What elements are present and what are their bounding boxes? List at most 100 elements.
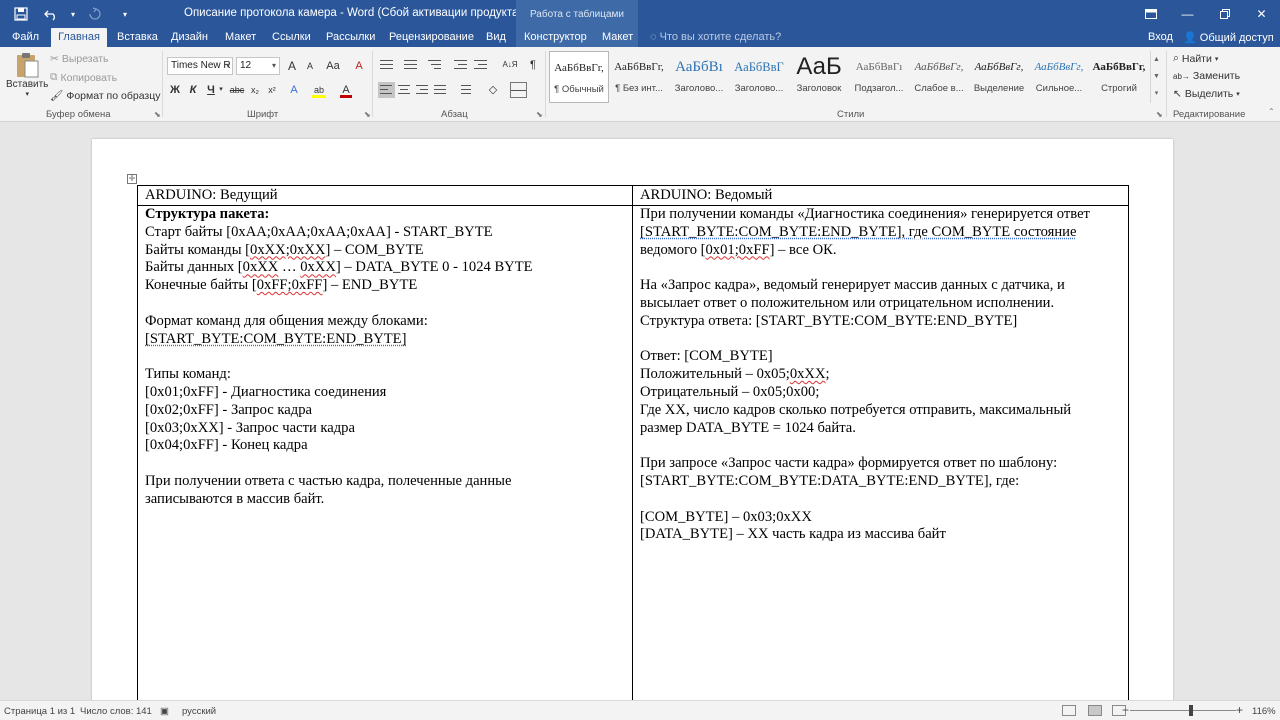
zoom-slider-thumb[interactable] xyxy=(1189,705,1193,716)
zoom-slider[interactable] xyxy=(1130,710,1236,711)
bullets-icon[interactable] xyxy=(378,57,395,73)
minimize-icon[interactable]: — xyxy=(1169,0,1206,28)
copy-button[interactable]: ⧉ Копировать xyxy=(50,71,117,84)
cut-button[interactable]: ✂ Вырезать xyxy=(50,53,109,65)
style-strong[interactable]: АаБбВвГг, Строгий xyxy=(1089,51,1149,103)
read-mode-icon[interactable] xyxy=(1062,705,1076,716)
redo-icon[interactable] xyxy=(82,4,108,24)
ribbon-options-icon[interactable] xyxy=(1132,0,1169,28)
change-case-button[interactable]: Aa xyxy=(322,58,344,74)
tab-design[interactable]: Дизайн xyxy=(171,28,208,47)
numbering-icon[interactable] xyxy=(402,57,419,73)
borders-icon[interactable] xyxy=(510,82,527,98)
replace-button[interactable]: ab→ Заменить xyxy=(1173,70,1240,82)
tab-table-layout[interactable]: Макет xyxy=(602,28,633,47)
font-launcher-icon[interactable]: ⬊ xyxy=(364,110,371,119)
paste-button[interactable]: Вставить ▾ xyxy=(6,51,48,98)
italic-button[interactable]: К xyxy=(185,82,201,98)
print-layout-icon[interactable] xyxy=(1088,705,1102,716)
ribbon-tabs: Файл Главная Вставка Дизайн Макет Ссылки… xyxy=(0,28,1280,47)
line-spacing-icon[interactable] xyxy=(456,82,473,98)
page-indicator[interactable]: Страница 1 из 1 xyxy=(4,706,75,717)
tab-mailings[interactable]: Рассылки xyxy=(326,28,375,47)
style-intense-emphasis[interactable]: АаБбВвГг, Сильное... xyxy=(1029,51,1089,103)
clipboard-launcher-icon[interactable]: ⬊ xyxy=(154,110,161,119)
style-subtitle[interactable]: АаБбВвГı Подзагол... xyxy=(849,51,909,103)
language-indicator[interactable]: русский xyxy=(182,706,216,717)
tab-file[interactable]: Файл xyxy=(12,28,39,47)
scroll-up-icon[interactable]: ▲ xyxy=(1151,51,1162,68)
shrink-font-button[interactable]: A xyxy=(302,58,318,74)
table-move-handle-icon[interactable]: ✛ xyxy=(127,174,137,184)
grow-font-button[interactable]: A xyxy=(284,58,300,74)
table-cell-slave[interactable]: При получении команды «Диагностика соеди… xyxy=(632,205,1129,700)
strikethrough-button[interactable]: abc xyxy=(228,82,246,98)
sign-in-link[interactable]: Вход xyxy=(1148,31,1173,43)
clear-formatting-button[interactable]: A xyxy=(351,58,367,74)
undo-dropdown-icon[interactable]: ▾ xyxy=(68,4,78,24)
chevron-down-icon[interactable]: ▾ xyxy=(217,82,225,98)
table-header-cell[interactable]: ARDUINO: Ведомый xyxy=(632,185,1129,206)
document-page[interactable]: ✛ ARDUINO: Ведущий ARDUINO: Ведомый Стру… xyxy=(92,139,1173,700)
table-header-cell[interactable]: ARDUINO: Ведущий xyxy=(137,185,633,206)
cell-line: На «Запрос кадра», ведомый генерирует ма… xyxy=(640,277,1065,294)
tab-home[interactable]: Главная xyxy=(51,28,107,47)
sort-button[interactable]: А↓Я xyxy=(500,57,520,73)
font-color-button[interactable]: A xyxy=(338,82,354,98)
shading-icon[interactable]: ◇ xyxy=(485,82,501,98)
font-name-combo[interactable]: Times New R xyxy=(167,57,233,75)
bold-button[interactable]: Ж xyxy=(167,82,183,98)
format-painter-button[interactable]: 🖌 Формат по образцу xyxy=(50,89,161,103)
zoom-level[interactable]: 116% xyxy=(1252,706,1276,717)
style-subtle-emphasis[interactable]: АаБбВвГг, Слабое в... xyxy=(909,51,969,103)
scroll-down-icon[interactable]: ▼ xyxy=(1151,68,1162,85)
word-count[interactable]: Число слов: 141 xyxy=(80,706,152,717)
tab-review[interactable]: Рецензирование xyxy=(389,28,474,47)
increase-indent-icon[interactable] xyxy=(472,57,489,73)
superscript-button[interactable]: x² xyxy=(264,82,280,98)
align-center-icon[interactable] xyxy=(396,82,413,98)
find-button[interactable]: ⌕ Найти ▾ xyxy=(1173,52,1218,65)
text-effects-button[interactable]: A xyxy=(286,82,302,98)
style-heading-1[interactable]: АаБбВı Заголово... xyxy=(669,51,729,103)
restore-icon[interactable] xyxy=(1206,0,1243,28)
close-icon[interactable]: ✕ xyxy=(1243,0,1280,28)
tab-table-design[interactable]: Конструктор xyxy=(524,28,587,47)
select-button[interactable]: ↖ Выделить ▾ xyxy=(1173,88,1240,100)
share-button[interactable]: 👤 Общий доступ xyxy=(1183,31,1274,44)
chevron-down-icon[interactable]: ▾ xyxy=(226,61,230,70)
style-no-spacing[interactable]: АаБбВвГг, ¶ Без инт... xyxy=(609,51,669,103)
zoom-in-button[interactable]: + xyxy=(1236,703,1243,717)
style-heading-2[interactable]: АаБбВвГ Заголово... xyxy=(729,51,789,103)
style-normal[interactable]: АаБбВвГг, ¶ Обычный xyxy=(549,51,609,103)
cell-line: [0x03;0xXX] - Запрос части кадра xyxy=(145,419,355,436)
tab-layout[interactable]: Макет xyxy=(225,28,256,47)
paragraph-launcher-icon[interactable]: ⬊ xyxy=(536,110,543,119)
highlight-button[interactable]: ab xyxy=(310,82,328,98)
style-emphasis[interactable]: АаБбВвГг, Выделение xyxy=(969,51,1029,103)
collapse-ribbon-icon[interactable]: ⌃ xyxy=(1268,107,1275,116)
save-icon[interactable] xyxy=(8,4,34,24)
style-title[interactable]: АаБ Заголовок xyxy=(789,51,849,103)
decrease-indent-icon[interactable] xyxy=(452,57,469,73)
multilevel-list-icon[interactable] xyxy=(426,57,443,73)
window-title: Описание протокола камера - Word (Сбой а… xyxy=(184,7,523,19)
tab-view[interactable]: Вид xyxy=(486,28,506,47)
align-right-icon[interactable] xyxy=(414,82,431,98)
styles-launcher-icon[interactable]: ⬊ xyxy=(1156,110,1163,119)
table-cell-master[interactable]: Структура пакета: Старт байты [0xAA;0xAA… xyxy=(137,205,633,700)
justify-icon[interactable] xyxy=(432,82,449,98)
proofing-icon[interactable]: ▣ xyxy=(160,706,169,717)
more-styles-icon[interactable]: ▾ xyxy=(1151,85,1162,102)
pilcrow-icon[interactable]: ¶ xyxy=(525,57,541,73)
zoom-out-button[interactable]: − xyxy=(1122,703,1129,717)
align-left-icon[interactable] xyxy=(378,82,395,98)
undo-icon[interactable] xyxy=(38,4,64,24)
chevron-down-icon[interactable]: ▾ xyxy=(272,61,276,70)
customize-qat-icon[interactable]: ▾ xyxy=(112,4,138,24)
subscript-button[interactable]: x₂ xyxy=(247,82,263,98)
tab-references[interactable]: Ссылки xyxy=(272,28,311,47)
tell-me-box[interactable]: ◌ Что вы хотите сделать? xyxy=(650,31,781,43)
tab-insert[interactable]: Вставка xyxy=(117,28,158,47)
